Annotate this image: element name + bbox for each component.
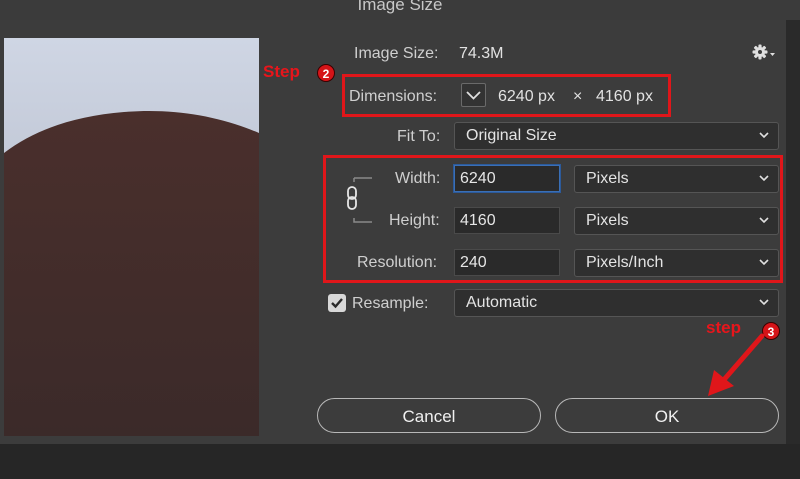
chevron-down-icon: [759, 175, 769, 182]
ok-button[interactable]: OK: [555, 398, 779, 433]
preview-image: [4, 38, 259, 436]
image-size-value: 74.3M: [459, 45, 504, 62]
width-input[interactable]: 6240: [454, 165, 560, 192]
resample-label: Resample:: [352, 295, 429, 312]
background-edge: [786, 20, 800, 479]
dimensions-height: 4160 px: [596, 88, 653, 105]
link-icon[interactable]: [343, 184, 361, 212]
height-value: 4160: [460, 212, 496, 229]
width-label: Width:: [395, 170, 441, 187]
ok-button-label: OK: [654, 407, 680, 426]
chevron-down-icon: [759, 132, 769, 139]
height-unit-select[interactable]: Pixels: [574, 207, 779, 235]
image-size-label: Image Size:: [354, 45, 439, 62]
width-value: 6240: [460, 170, 496, 187]
chevron-down-icon: [759, 299, 769, 306]
fit-to-select[interactable]: Original Size: [454, 122, 779, 150]
dimensions-width: 6240 px: [498, 88, 555, 105]
fit-to-label: Fit To:: [397, 128, 441, 145]
dimensions-times: ×: [573, 88, 583, 105]
resample-value: Automatic: [466, 294, 538, 311]
chevron-down-icon: [466, 91, 481, 100]
width-unit-value: Pixels: [586, 170, 629, 187]
step-2-badge: 2: [317, 64, 335, 82]
chevron-down-icon: [759, 217, 769, 224]
step-2-label: Step: [263, 62, 300, 81]
resample-select[interactable]: Automatic: [454, 289, 779, 317]
dimensions-label: Dimensions:: [349, 88, 438, 105]
resolution-label: Resolution:: [357, 254, 438, 271]
height-input[interactable]: 4160: [454, 207, 560, 234]
background-footer: [0, 444, 800, 479]
height-label: Height:: [389, 212, 440, 229]
window-title: Image Size: [357, 0, 443, 14]
fit-to-value: Original Size: [466, 127, 557, 144]
resolution-unit-value: Pixels/Inch: [586, 254, 664, 271]
height-unit-value: Pixels: [586, 212, 629, 229]
cancel-button[interactable]: Cancel: [317, 398, 541, 433]
image-preview[interactable]: [4, 38, 259, 436]
checkmark-icon: [331, 298, 343, 309]
cancel-button-label: Cancel: [402, 407, 456, 426]
resolution-input[interactable]: 240: [454, 249, 560, 276]
resolution-value: 240: [460, 254, 487, 271]
resample-checkbox[interactable]: [328, 294, 346, 312]
gear-icon[interactable]: [752, 43, 776, 61]
step-3-arrow: [708, 333, 765, 396]
window-titlebar: Image Size: [0, 0, 800, 20]
resolution-unit-select[interactable]: Pixels/Inch: [574, 249, 779, 277]
width-unit-select[interactable]: Pixels: [574, 165, 779, 193]
dimensions-dropdown-toggle[interactable]: [461, 83, 486, 107]
chevron-down-icon: [759, 259, 769, 266]
